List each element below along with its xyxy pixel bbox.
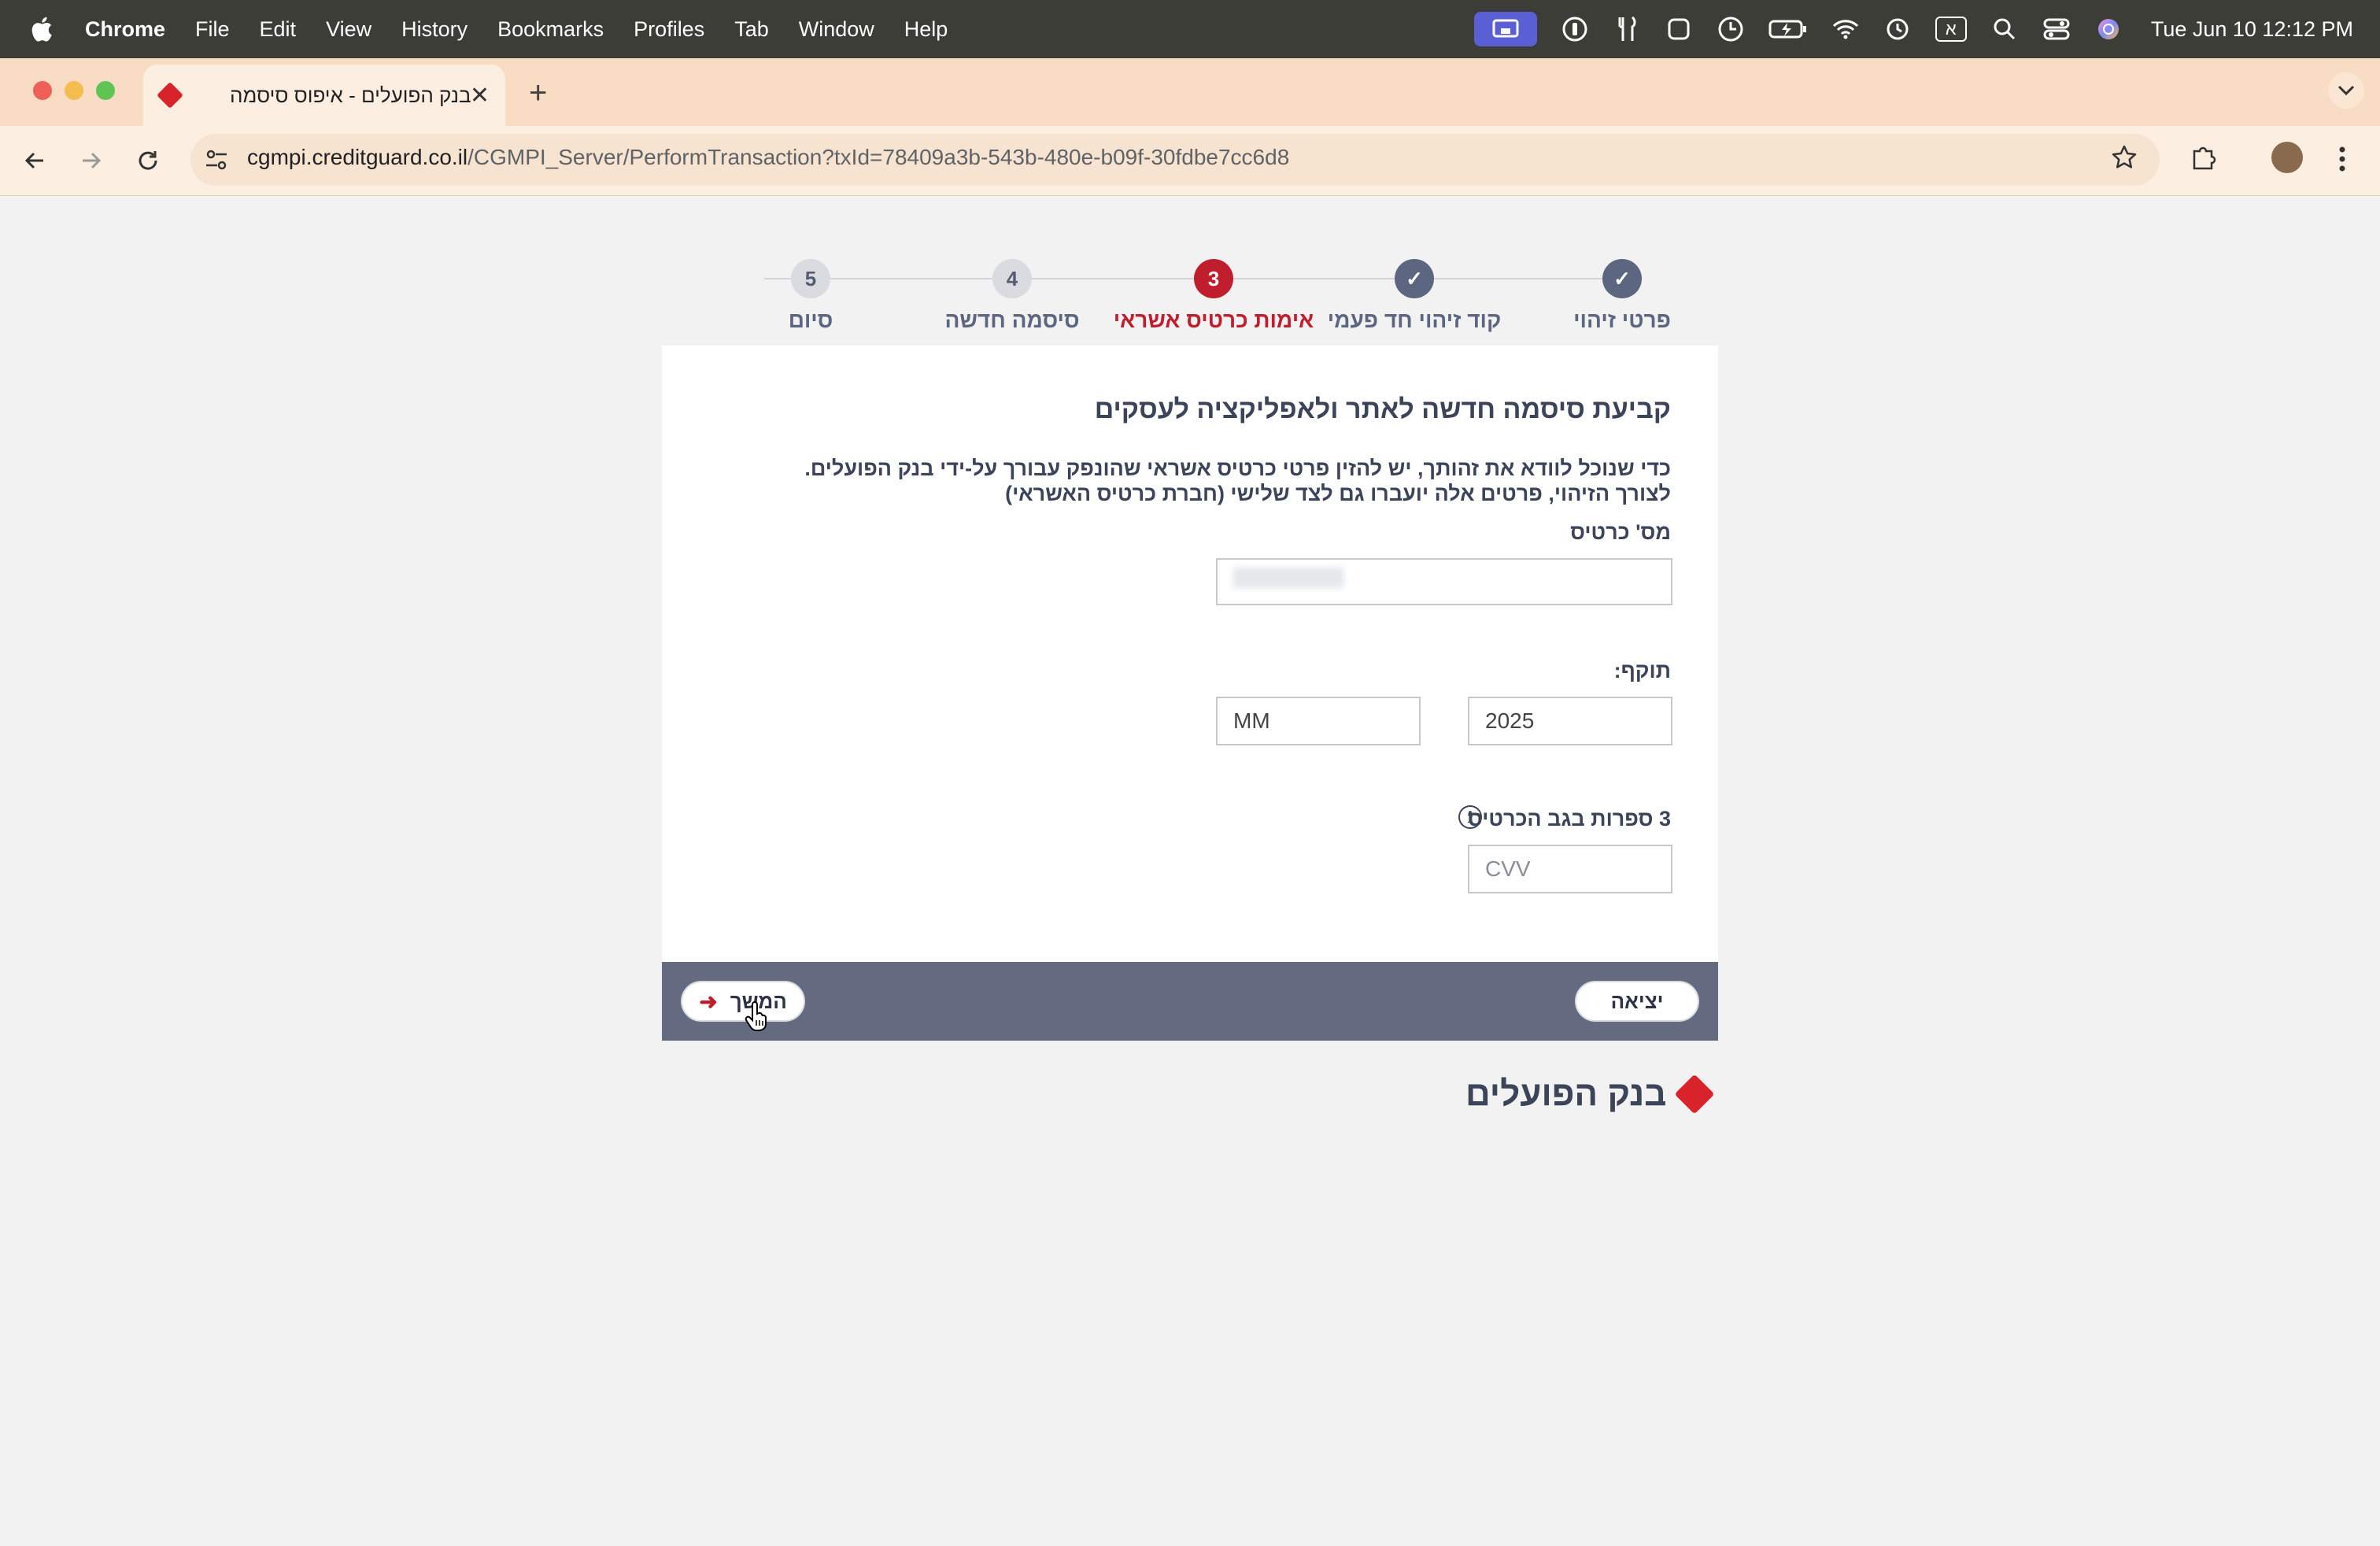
step-3: 3 אימות כרטיס אשראי (1111, 259, 1316, 333)
form-action-bar: יציאה המשך ➜ (662, 962, 1718, 1041)
bank-favicon-icon (157, 82, 183, 109)
menu-window[interactable]: Window (799, 17, 874, 42)
step-5: 5 סיום (708, 259, 913, 333)
macos-menu-bar: Chrome File Edit View History Bookmarks … (0, 0, 2380, 58)
tools-icon[interactable] (1613, 15, 1641, 43)
cvv-info-icon[interactable]: i (1458, 805, 1482, 829)
step-2-check-icon: ✓ (1395, 259, 1434, 298)
form-description-line-1: כדי שנוכל לוודא את זהותך, יש להזין פרטי … (804, 457, 1671, 480)
password-manager-icon[interactable] (1561, 15, 1589, 43)
exit-button[interactable]: יציאה (1575, 981, 1699, 1022)
step-4: 4 סיסמה חדשה (910, 259, 1114, 333)
window-icon[interactable] (1665, 15, 1693, 43)
logo-diamond-icon (1674, 1074, 1715, 1115)
back-button[interactable] (19, 145, 50, 176)
menu-bookmarks[interactable]: Bookmarks (497, 17, 604, 42)
screen-share-icon[interactable] (1473, 12, 1537, 46)
chrome-menu-kebab-icon[interactable] (2338, 145, 2347, 173)
web-page: ✓ פרטי זיהוי ✓ קוד זיהוי חד פעמי 3 אימות… (0, 196, 2380, 1546)
credit-card-verification-card: קביעת סיסמה חדשה לאתר ולאפליקציה לעסקים … (662, 346, 1718, 962)
url-path: /CGMPI_Server/PerformTransaction?txId=78… (468, 145, 1290, 169)
step-1: ✓ פרטי זיהוי (1520, 259, 1724, 333)
bookmark-star-icon[interactable] (2111, 144, 2138, 171)
status-area: א Tue Jun 10 12:12 PM (1473, 0, 2353, 58)
control-center-icon[interactable] (2042, 15, 2071, 43)
hand-pointer-cursor-icon (745, 1001, 767, 1031)
siri-icon[interactable] (2094, 15, 2123, 43)
step-2: ✓ קוד זיהוי חד פעמי (1312, 259, 1517, 333)
menu-help[interactable]: Help (904, 17, 948, 42)
tab-close-icon[interactable]: ✕ (470, 82, 490, 109)
battery-icon[interactable] (1768, 15, 1808, 43)
step-2-label: קוד זיהוי חד פעמי (1327, 308, 1502, 332)
card-number-redaction (1233, 568, 1343, 588)
menu-edit[interactable]: Edit (260, 17, 297, 42)
step-3-number: 3 (1194, 259, 1233, 298)
menu-profiles[interactable]: Profiles (634, 17, 704, 42)
url-text[interactable]: cgmpi.creditguard.co.il/CGMPI_Server/Per… (247, 145, 1289, 170)
step-1-check-icon: ✓ (1602, 259, 1642, 298)
input-source-icon[interactable]: א (1935, 17, 1967, 42)
menu-history[interactable]: History (401, 17, 468, 42)
spotlight-search-icon[interactable] (1990, 15, 2019, 43)
reload-button[interactable] (132, 145, 164, 176)
browser-tab-active[interactable]: בנק הפועלים - איפוס סיסמה ✕ (143, 65, 505, 126)
card-number-label: מס' כרטיס (1570, 520, 1671, 544)
continue-button[interactable]: המשך ➜ (681, 981, 805, 1022)
time-machine-icon[interactable] (1883, 15, 1912, 43)
forward-button[interactable] (76, 145, 107, 176)
tab-search-chevron-icon[interactable] (2328, 72, 2364, 109)
menu-view[interactable]: View (326, 17, 371, 42)
url-host: cgmpi.creditguard.co.il (247, 145, 468, 169)
expiry-label: תוקף: (1613, 659, 1671, 682)
window-close-button[interactable] (33, 81, 52, 100)
window-minimize-button[interactable] (65, 81, 83, 100)
step-5-label: סיום (788, 308, 833, 332)
apple-logo-icon[interactable] (28, 15, 54, 43)
new-tab-button[interactable]: + (529, 76, 547, 111)
menu-tab[interactable]: Tab (734, 17, 769, 42)
menu-file[interactable]: File (195, 17, 230, 42)
input-source-label: א (1945, 19, 1957, 39)
profile-avatar[interactable] (2271, 142, 2303, 173)
form-description-line-2: לצורך הזיהוי, פרטים אלה יועברו גם לצד של… (1005, 482, 1671, 505)
step-4-number: 4 (992, 259, 1032, 298)
step-5-number: 5 (791, 259, 830, 298)
progress-stepper: ✓ פרטי זיהוי ✓ קוד זיהוי חד פעמי 3 אימות… (662, 259, 1718, 346)
timer-icon[interactable] (1717, 15, 1745, 43)
menu-bar-clock[interactable]: Tue Jun 10 12:12 PM (2151, 17, 2353, 42)
step-4-label: סיסמה חדשה (944, 308, 1080, 332)
expiry-year-input[interactable] (1468, 697, 1672, 745)
cvv-label: 3 ספרות בגב הכרטיס (1467, 807, 1671, 830)
window-zoom-button[interactable] (96, 81, 115, 100)
tab-title: בנק הפועלים - איפוס סיסמה (230, 83, 471, 107)
form-description: כדי שנוכל לוודא את זהותך, יש להזין פרטי … (804, 456, 1671, 506)
exit-button-label: יציאה (1610, 989, 1664, 1013)
menu-app-name[interactable]: Chrome (85, 17, 165, 42)
step-1-label: פרטי זיהוי (1573, 308, 1671, 332)
wifi-icon[interactable] (1831, 15, 1860, 43)
form-title: קביעת סיסמה חדשה לאתר ולאפליקציה לעסקים (1094, 394, 1671, 424)
logo-text: בנק הפועלים (1465, 1074, 1667, 1113)
cvv-input[interactable] (1468, 845, 1672, 893)
extensions-puzzle-icon[interactable] (2190, 143, 2218, 172)
expiry-month-input[interactable] (1216, 697, 1421, 745)
bank-hapoalim-logo: בנק הפועלים (1465, 1074, 1715, 1115)
site-info-icon[interactable] (203, 146, 230, 173)
arrow-left-icon: ➜ (699, 989, 718, 1014)
step-3-label: אימות כרטיס אשראי (1113, 308, 1314, 332)
